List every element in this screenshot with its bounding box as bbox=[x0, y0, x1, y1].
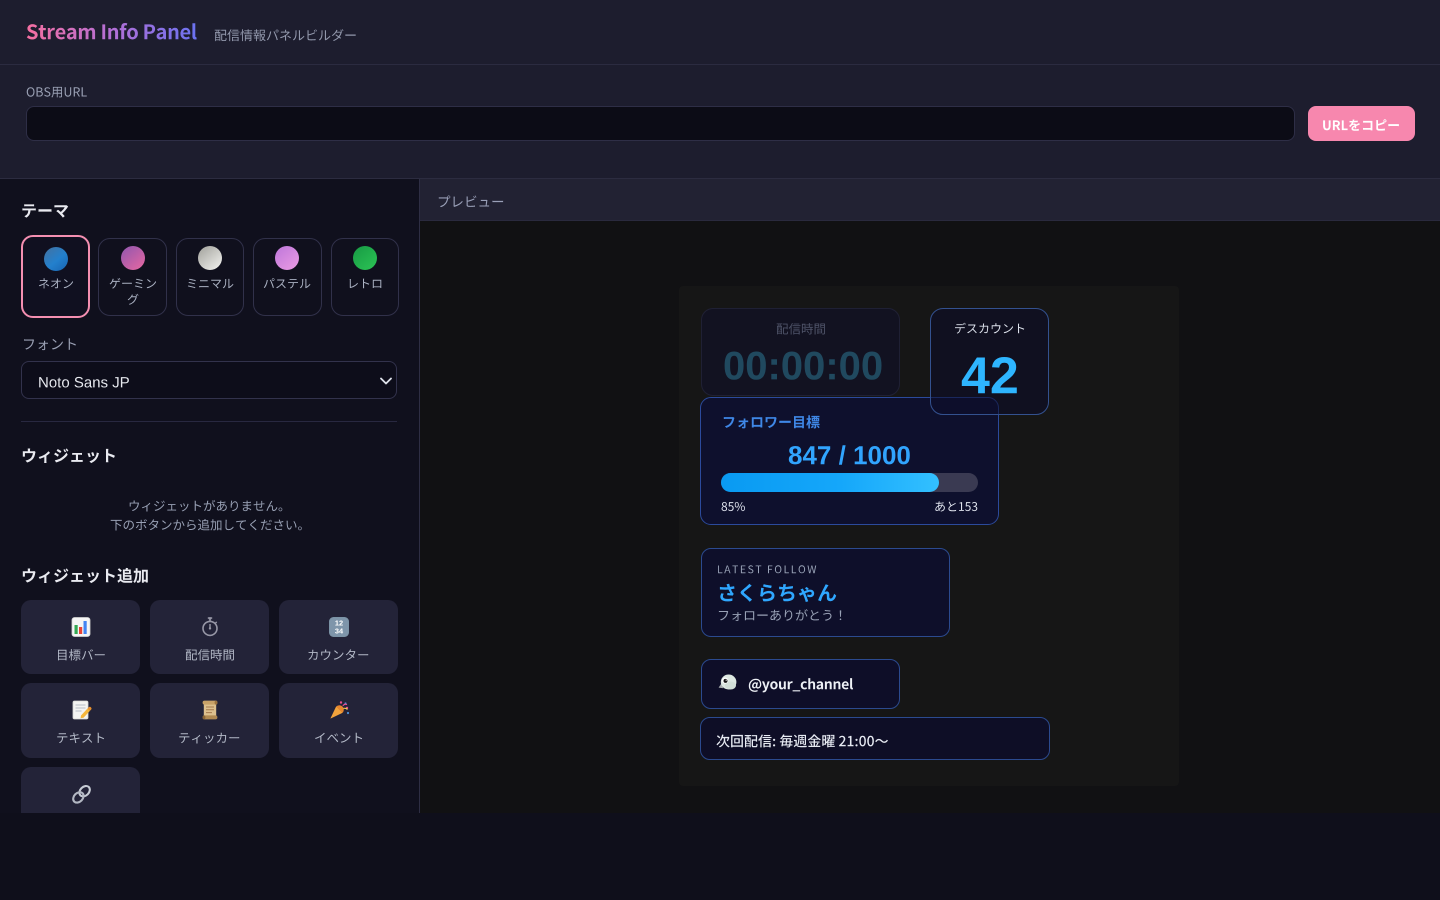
svg-text:34: 34 bbox=[334, 627, 343, 636]
